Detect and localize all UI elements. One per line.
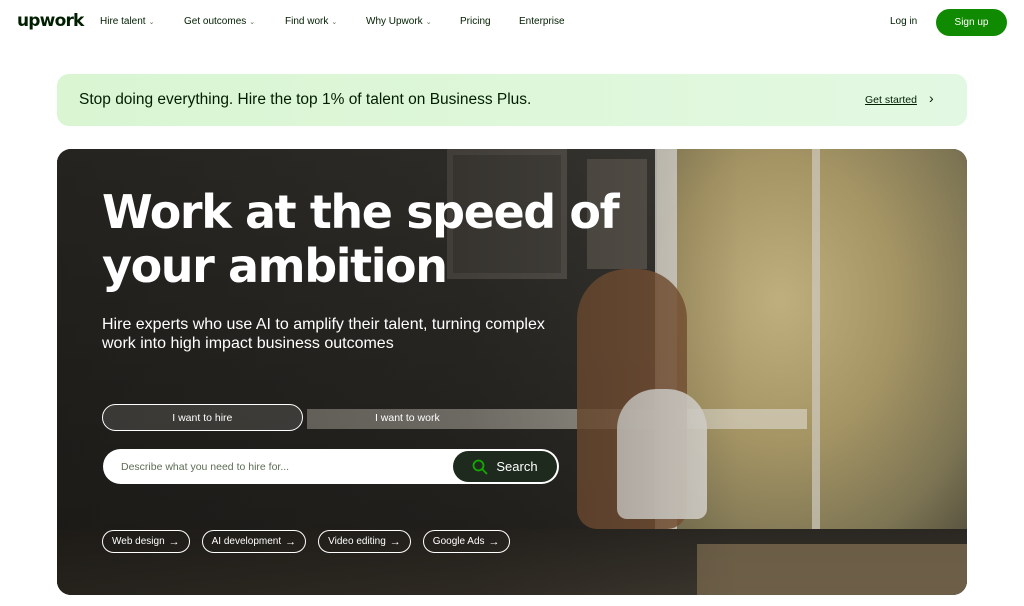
arrow-right-icon: → bbox=[488, 535, 500, 548]
search-input[interactable] bbox=[103, 449, 443, 484]
search-bar: Search bbox=[103, 449, 559, 484]
hero-section: Work at the speed of your ambition Hire … bbox=[57, 149, 967, 595]
hero-title: Work at the speed of your ambition bbox=[102, 185, 620, 293]
promo-banner: Stop doing everything. Hire the top 1% o… bbox=[57, 74, 967, 126]
chevron-down-icon: ⌄ bbox=[148, 18, 155, 26]
nav-item-get-outcomes[interactable]: Get outcomes ⌄ bbox=[184, 16, 285, 27]
signup-button[interactable]: Sign up bbox=[936, 9, 1007, 36]
nav-item-pricing[interactable]: Pricing bbox=[460, 16, 519, 27]
search-icon bbox=[472, 459, 488, 474]
arrow-right-icon: → bbox=[168, 535, 180, 548]
nav-item-label: Hire talent bbox=[100, 16, 146, 27]
hero-subtitle: Hire experts who use AI to amplify their… bbox=[102, 316, 545, 352]
search-button[interactable]: Search bbox=[453, 451, 557, 482]
nav-item-label: Why Upwork bbox=[366, 16, 423, 27]
nav-links: Hire talent ⌄ Get outcomes ⌄ Find work ⌄… bbox=[100, 16, 589, 27]
login-link[interactable]: Log in bbox=[890, 16, 917, 27]
chip-ai-development[interactable]: AI development → bbox=[201, 530, 307, 553]
chip-label: Web design bbox=[112, 536, 165, 547]
suggestion-chips: Web design → AI development → Video edit… bbox=[102, 530, 510, 553]
promo-text: Stop doing everything. Hire the top 1% o… bbox=[79, 91, 532, 108]
chevron-down-icon: ⌄ bbox=[249, 18, 256, 26]
chip-label: AI development bbox=[211, 536, 282, 547]
upwork-logo[interactable]: upwork bbox=[17, 11, 84, 31]
chevron-down-icon: ⌄ bbox=[331, 18, 338, 26]
nav-item-label: Enterprise bbox=[519, 16, 565, 27]
arrow-right-icon: → bbox=[285, 535, 297, 548]
toggle-work-option[interactable]: I want to work bbox=[303, 404, 512, 431]
nav-item-label: Pricing bbox=[460, 16, 491, 27]
toggle-hire-option[interactable]: I want to hire bbox=[102, 404, 303, 431]
chip-label: Google Ads bbox=[432, 536, 485, 547]
nav-item-label: Get outcomes bbox=[184, 16, 247, 27]
top-navigation: upwork Hire talent ⌄ Get outcomes ⌄ Find… bbox=[0, 0, 1024, 46]
chip-video-editing[interactable]: Video editing → bbox=[318, 530, 411, 553]
chevron-down-icon: ⌄ bbox=[425, 18, 432, 26]
get-started-link[interactable]: Get started bbox=[865, 94, 917, 106]
chip-google-ads[interactable]: Google Ads → bbox=[422, 530, 510, 553]
hire-work-toggle: I want to hire I want to work bbox=[102, 404, 512, 431]
nav-item-why-upwork[interactable]: Why Upwork ⌄ bbox=[366, 16, 460, 27]
nav-item-hire-talent[interactable]: Hire talent ⌄ bbox=[100, 16, 184, 27]
nav-item-enterprise[interactable]: Enterprise bbox=[519, 16, 589, 27]
nav-item-label: Find work bbox=[285, 16, 329, 27]
chip-label: Video editing bbox=[328, 536, 386, 547]
search-button-label: Search bbox=[496, 459, 538, 474]
arrow-right-icon: → bbox=[389, 535, 401, 548]
nav-item-find-work[interactable]: Find work ⌄ bbox=[285, 16, 366, 27]
chevron-right-icon[interactable]: › bbox=[929, 90, 934, 106]
chip-web-design[interactable]: Web design → bbox=[102, 530, 190, 553]
